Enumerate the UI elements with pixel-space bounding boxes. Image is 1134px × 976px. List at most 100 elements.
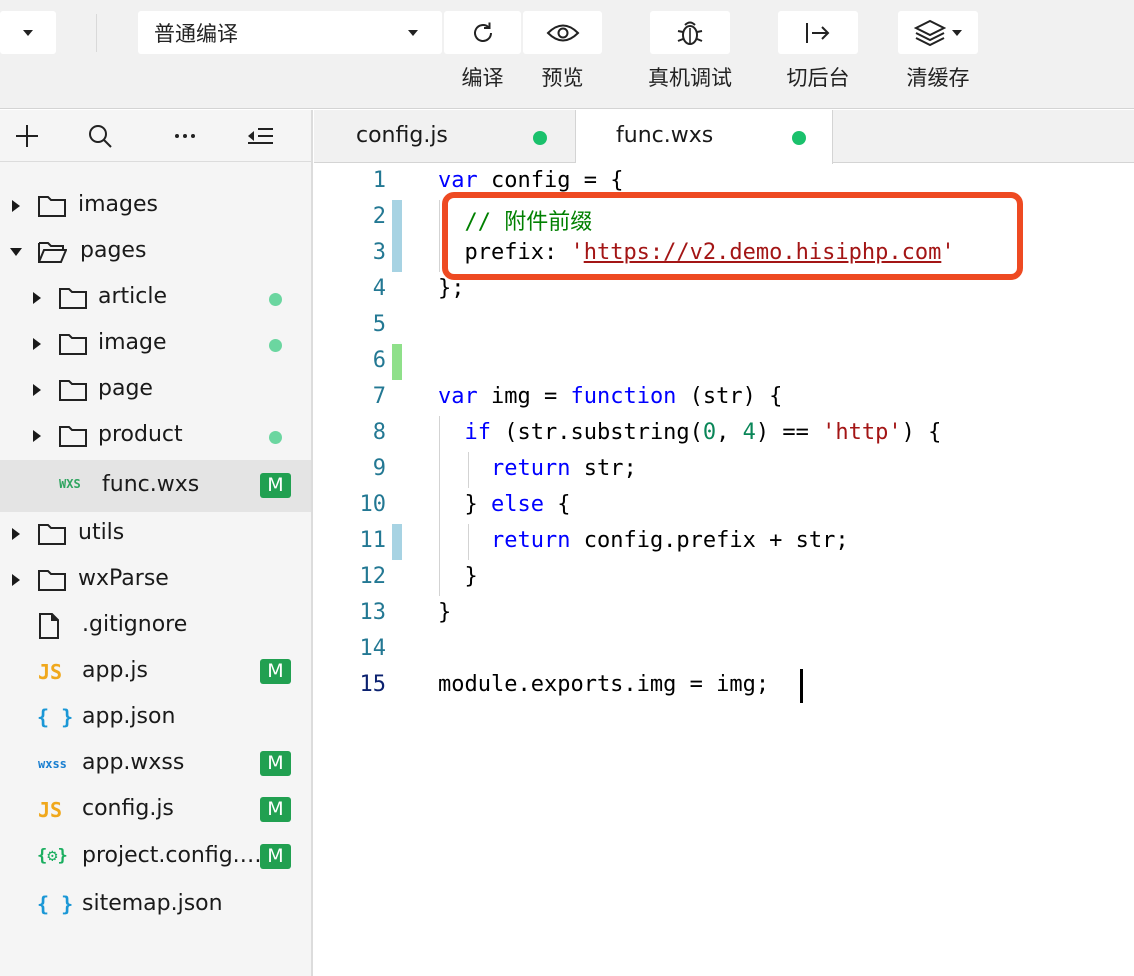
tree-item-label: pages (80, 238, 147, 263)
line-number: 10 (359, 492, 387, 517)
explorer-actions (0, 110, 311, 162)
tree-item-func-wxs[interactable]: WXS func.wxs M (0, 460, 311, 512)
folder-icon (38, 570, 66, 591)
tree-item-label: app.js (82, 658, 148, 683)
tree-item-article[interactable]: article (0, 275, 311, 321)
tree-item-app-json[interactable]: { } app.json (0, 695, 311, 741)
eye-icon (546, 24, 579, 41)
tree-item-gitignore[interactable]: .gitignore (0, 603, 311, 649)
tree-item-product[interactable]: product (0, 413, 311, 459)
tree-item-label: utils (78, 520, 125, 545)
chevron-right-icon (33, 430, 41, 442)
preview-button[interactable] (523, 11, 602, 54)
tree-item-label: config.js (82, 796, 174, 821)
chevron-right-icon (12, 528, 20, 540)
chevron-down-icon (10, 248, 22, 256)
compile-mode-select[interactable]: 普通编译 (138, 11, 442, 54)
text-cursor (800, 669, 803, 703)
clear-cache-button[interactable] (898, 11, 978, 54)
remote-debug-button[interactable] (650, 11, 730, 54)
tab-label: config.js (356, 123, 448, 148)
add-icon (16, 125, 38, 147)
json-file-icon: { } (37, 892, 74, 916)
code-line: 13 } (314, 596, 1134, 632)
add-file-button[interactable] (9, 118, 45, 154)
preview-label: 预览 (541, 66, 584, 90)
tree-item-label: sitemap.json (82, 891, 223, 916)
unsaved-dot (533, 131, 547, 145)
tree-item-label: image (98, 330, 167, 355)
folder-open-icon (38, 242, 67, 263)
tree-item-pages[interactable]: pages (0, 229, 311, 275)
toolbar: 普通编译 编译 预览 真机调试 切后台 清缓存 (0, 0, 1134, 109)
line-number: 15 (359, 672, 387, 697)
folder-icon (38, 196, 66, 217)
code-text: var config = { (438, 168, 624, 193)
tree-item-config-js[interactable]: JS config.js M (0, 787, 311, 833)
search-button[interactable] (82, 118, 118, 154)
collapse-button[interactable] (242, 118, 278, 154)
tree-item-label: article (98, 284, 168, 309)
code-text: if (str.substring(0, 4) == 'http') { (464, 420, 942, 445)
code-line: 14 (314, 632, 1134, 668)
tree-item-images[interactable]: images (0, 183, 311, 229)
toolbar-divider (96, 14, 97, 52)
code-text: module.exports.img = img; (438, 672, 770, 697)
tree-item-label: wxParse (78, 566, 169, 591)
left-dropdown-button[interactable] (0, 11, 56, 54)
folder-icon (59, 334, 87, 355)
modified-badge: M (260, 659, 291, 684)
line-number: 8 (372, 420, 386, 445)
switch-background-button[interactable] (778, 11, 858, 54)
line-number: 2 (372, 204, 386, 229)
tree-item-label: .gitignore (82, 612, 188, 637)
chevron-down-icon (408, 29, 418, 36)
file-icon (39, 613, 59, 639)
folder-icon (59, 426, 87, 447)
refresh-icon (473, 22, 492, 42)
tab-func-wxs[interactable]: func.wxs (576, 110, 833, 164)
search-icon (89, 125, 112, 148)
modified-dot (269, 339, 282, 352)
js-file-icon: JS (38, 798, 63, 822)
tree-item-sitemap-json[interactable]: { } sitemap.json (0, 882, 311, 928)
tab-config-js[interactable]: config.js (314, 110, 576, 163)
tree-item-app-wxss[interactable]: wxss app.wxss M (0, 741, 311, 787)
line-number: 1 (372, 168, 386, 193)
json-file-icon: { } (37, 705, 74, 729)
line-number: 5 (372, 312, 386, 337)
chevron-down-icon (952, 29, 962, 36)
code-text: return str; (490, 456, 637, 481)
code-line: 7 var img = function (str) { (314, 380, 1134, 416)
code-line-current: 15 module.exports.img = img; (314, 668, 1134, 704)
chevron-right-icon (33, 338, 41, 350)
tree-item-page[interactable]: page (0, 367, 311, 413)
tree-item-label: project.config.… (82, 843, 260, 868)
tree-item-app-js[interactable]: JS app.js M (0, 649, 311, 695)
switch-background-icon (806, 22, 830, 43)
collapse-icon (248, 128, 273, 144)
code-line: 9 return str; (314, 452, 1134, 488)
code-line: 11 return config.prefix + str; (314, 524, 1134, 560)
folder-icon (38, 524, 66, 545)
tree-item-utils[interactable]: utils (0, 511, 311, 557)
more-button[interactable] (167, 118, 203, 154)
code-text: return config.prefix + str; (490, 528, 849, 553)
tree-item-wxparse[interactable]: wxParse (0, 557, 311, 603)
modified-dot (269, 293, 282, 306)
tree-item-label: func.wxs (102, 472, 200, 497)
tab-label: func.wxs (616, 123, 714, 148)
editor-tabs: config.js func.wxs (314, 110, 1134, 164)
line-number: 13 (359, 600, 387, 625)
code-editor[interactable]: 1 var config = { 2 // 附件前缀 3 prefix: 'ht… (314, 164, 1134, 976)
line-number: 3 (372, 240, 386, 265)
tree-item-label: page (98, 376, 153, 401)
tree-item-project-config[interactable]: {⚙} project.config.… M (0, 834, 311, 880)
chevron-right-icon (33, 292, 41, 304)
unsaved-dot (792, 131, 806, 145)
tree-item-image[interactable]: image (0, 321, 311, 367)
modified-badge: M (260, 844, 291, 869)
folder-icon (59, 288, 87, 309)
more-icon (175, 134, 195, 138)
compile-button[interactable] (444, 11, 521, 54)
